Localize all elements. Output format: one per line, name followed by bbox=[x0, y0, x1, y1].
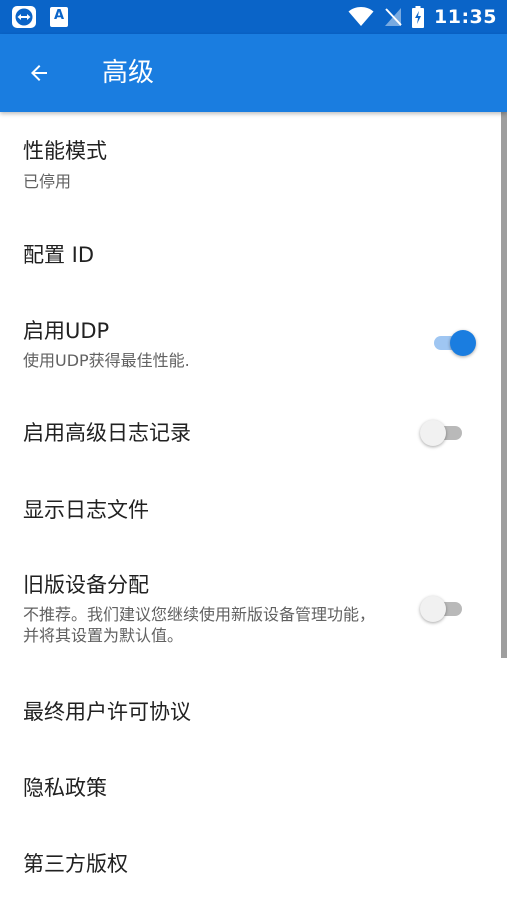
status-bar: A 11:35 bbox=[0, 0, 507, 34]
teamviewer-icon bbox=[12, 6, 36, 28]
setting-privacy-policy[interactable]: 隐私政策 bbox=[0, 752, 500, 828]
status-icons: 11:35 bbox=[348, 0, 497, 34]
setting-title: 第三方版权 bbox=[23, 852, 128, 876]
udp-toggle[interactable] bbox=[428, 328, 476, 358]
setting-title: 启用高级日志记录 bbox=[23, 421, 191, 445]
setting-show-log-files[interactable]: 显示日志文件 bbox=[0, 478, 500, 564]
advanced-logging-toggle[interactable] bbox=[420, 418, 468, 448]
setting-summary: 已停用 bbox=[23, 172, 72, 191]
setting-title: 显示日志文件 bbox=[23, 498, 149, 522]
scrollbar[interactable] bbox=[501, 112, 507, 658]
setting-performance-mode[interactable]: 性能模式 已停用 bbox=[0, 112, 500, 210]
setting-title: 启用UDP bbox=[23, 319, 110, 343]
setting-title: 隐私政策 bbox=[23, 776, 107, 800]
setting-title: 旧版设备分配 bbox=[23, 573, 149, 597]
back-button[interactable] bbox=[20, 54, 58, 92]
a-notification-icon: A bbox=[50, 7, 68, 27]
no-sim-signal-icon bbox=[385, 8, 402, 26]
setting-summary: 使用UDP获得最佳性能. bbox=[23, 351, 190, 370]
setting-title: 配置 ID bbox=[23, 243, 95, 267]
switch-thumb bbox=[420, 596, 446, 622]
setting-third-party-copyright[interactable]: 第三方版权 bbox=[0, 828, 500, 901]
legacy-device-assignment-toggle[interactable] bbox=[420, 594, 468, 624]
clock: 11:35 bbox=[434, 6, 497, 28]
setting-eula[interactable]: 最终用户许可协议 bbox=[0, 682, 500, 752]
app-bar: 高级 bbox=[0, 34, 507, 112]
arrow-left-icon bbox=[31, 65, 47, 81]
setting-legacy-device-assignment[interactable]: 旧版设备分配 不推荐。我们建议您继续使用新版设备管理功能，并将其设置为默认值。 bbox=[0, 564, 500, 682]
page-title: 高级 bbox=[102, 58, 155, 88]
setting-title: 最终用户许可协议 bbox=[23, 700, 191, 724]
battery-charging-icon bbox=[412, 6, 425, 28]
settings-screen: A 11:35 高级 性能模式 已停用 配置 ID 启用UDP 使用UDP获得最… bbox=[0, 0, 507, 901]
setting-config-id[interactable]: 配置 ID bbox=[0, 210, 500, 302]
switch-thumb bbox=[450, 330, 476, 356]
setting-enable-udp[interactable]: 启用UDP 使用UDP获得最佳性能. bbox=[0, 302, 500, 402]
wifi-icon bbox=[348, 7, 374, 26]
setting-summary: 不推荐。我们建议您继续使用新版设备管理功能，并将其设置为默认值。 bbox=[23, 605, 376, 645]
settings-list: 性能模式 已停用 配置 ID 启用UDP 使用UDP获得最佳性能. 启用高级日志… bbox=[0, 112, 507, 901]
setting-title: 性能模式 bbox=[23, 139, 107, 163]
setting-advanced-logging[interactable]: 启用高级日志记录 bbox=[0, 402, 500, 478]
switch-thumb bbox=[420, 420, 446, 446]
